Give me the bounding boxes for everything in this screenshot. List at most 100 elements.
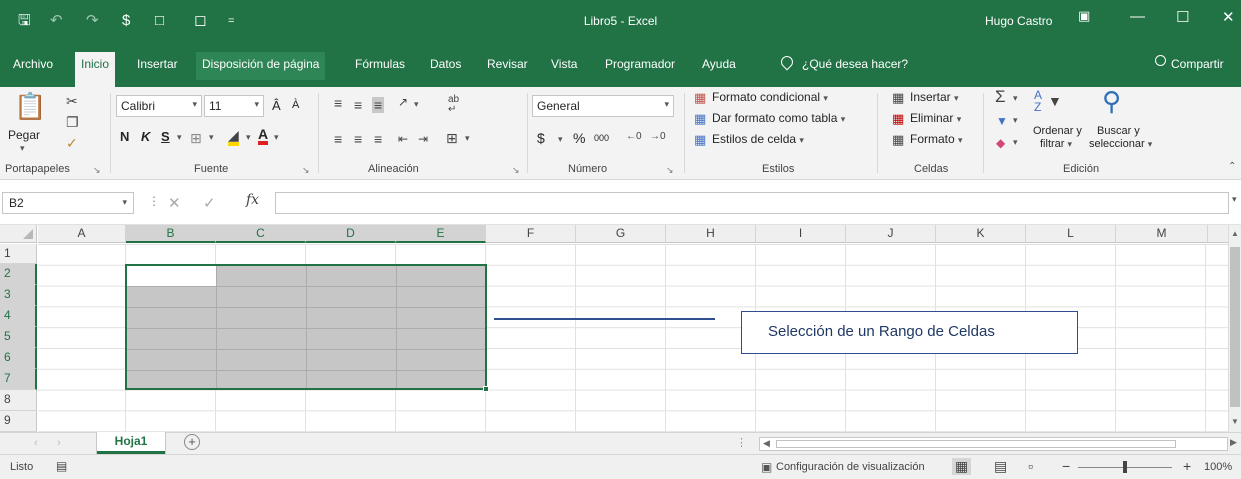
close-icon[interactable]: ✕ xyxy=(1222,8,1235,26)
row-header-8[interactable]: 8 xyxy=(0,390,37,411)
row-header-1[interactable]: 1 xyxy=(0,244,37,264)
tab-programador[interactable]: Programador xyxy=(605,57,675,71)
number-launcher-icon[interactable]: ↘ xyxy=(666,165,674,176)
tab-vista[interactable]: Vista xyxy=(551,57,577,71)
column-header-m[interactable]: M xyxy=(1116,225,1208,243)
bold-button[interactable]: N xyxy=(120,129,129,144)
currency-button[interactable]: $ xyxy=(537,130,545,146)
tab-revisar[interactable]: Revisar xyxy=(487,57,528,71)
fill-color-dropdown-icon[interactable]: ▾ xyxy=(246,132,251,143)
conditional-format-icon[interactable]: ▦ xyxy=(694,90,706,106)
sort-filter-icon[interactable]: AZ xyxy=(1034,89,1042,113)
thousands-button[interactable]: 000 xyxy=(594,133,609,143)
insert-function-icon[interactable]: fx xyxy=(246,192,259,208)
fill-color-icon[interactable]: ◢ xyxy=(228,128,239,146)
sort-filter-button[interactable]: Ordenar y xyxy=(1033,125,1082,137)
macro-record-icon[interactable]: ▤ xyxy=(56,459,67,473)
shrink-font-icon[interactable]: À xyxy=(292,99,299,111)
format-cells-button[interactable]: Formato ▾ xyxy=(910,132,963,146)
row-header-7[interactable]: 7 xyxy=(0,369,37,390)
clipboard-launcher-icon[interactable]: ↘ xyxy=(93,165,101,176)
number-format-dropdown[interactable]: General ▾ xyxy=(532,95,674,117)
merge-center-icon[interactable]: ⊞ xyxy=(446,130,458,146)
display-settings-button[interactable]: Configuración de visualización xyxy=(776,461,925,473)
tab-disposicion-pagina[interactable]: Disposición de página xyxy=(196,52,326,80)
formula-input[interactable] xyxy=(275,192,1229,214)
align-middle-icon[interactable]: ≡ xyxy=(354,97,362,113)
display-settings-icon[interactable]: ▣ xyxy=(761,460,772,474)
expand-formula-bar-icon[interactable]: ▾ xyxy=(1232,194,1237,205)
row-header-2[interactable]: 2 xyxy=(0,264,37,285)
cell-styles-button[interactable]: Estilos de celda ▾ xyxy=(712,132,804,146)
name-box[interactable]: B2 ▾ xyxy=(2,192,134,214)
orientation-dropdown-icon[interactable]: ▾ xyxy=(414,99,419,110)
maximize-icon[interactable]: ☐ xyxy=(1176,8,1189,26)
italic-button[interactable]: K xyxy=(141,129,150,144)
column-header-c[interactable]: C xyxy=(216,225,306,243)
column-header-f[interactable]: F xyxy=(486,225,576,243)
scroll-up-icon[interactable]: ▲ xyxy=(1231,229,1239,238)
minimize-icon[interactable]: — xyxy=(1130,8,1145,25)
insert-cells-icon[interactable]: ▦ xyxy=(892,90,904,106)
percent-button[interactable]: % xyxy=(573,130,585,146)
increase-indent-icon[interactable]: ⇥ xyxy=(418,131,428,147)
underline-button[interactable]: S xyxy=(161,129,170,144)
zoom-in-icon[interactable]: + xyxy=(1183,458,1191,474)
align-center-icon[interactable]: ≡ xyxy=(354,131,362,147)
column-header-h[interactable]: H xyxy=(666,225,756,243)
conditional-format-button[interactable]: Formato condicional ▾ xyxy=(712,90,828,104)
next-sheet-icon[interactable]: › xyxy=(57,437,61,449)
delete-cells-icon[interactable]: ▦ xyxy=(892,111,904,127)
collapse-ribbon-icon[interactable]: ⌃ xyxy=(1228,161,1236,172)
row-header-6[interactable]: 6 xyxy=(0,348,37,369)
find-select-button[interactable]: Buscar y xyxy=(1097,125,1140,137)
font-launcher-icon[interactable]: ↘ xyxy=(302,165,310,176)
scroll-right-icon[interactable]: ▶ xyxy=(1230,437,1237,448)
tab-split-grip-icon[interactable]: ⋮ xyxy=(736,436,747,449)
column-header-g[interactable]: G xyxy=(576,225,666,243)
insert-cells-button[interactable]: Insertar ▾ xyxy=(910,90,959,104)
wrap-text-icon[interactable]: ab ↵ xyxy=(448,95,459,115)
page-layout-view-icon[interactable]: ▤ xyxy=(994,458,1007,475)
cut-icon[interactable]: ✂ xyxy=(66,93,78,109)
font-color-dropdown-icon[interactable]: ▾ xyxy=(274,132,279,143)
format-cells-icon[interactable]: ▦ xyxy=(892,132,904,148)
tab-inicio[interactable]: Inicio xyxy=(75,52,116,87)
orientation-icon[interactable]: ↗ xyxy=(398,94,408,110)
align-right-icon[interactable]: ≡ xyxy=(374,131,382,147)
borders-icon[interactable]: ⊞ xyxy=(190,130,202,146)
confirm-entry-icon[interactable]: ✓ xyxy=(203,194,216,212)
row-header-3[interactable]: 3 xyxy=(0,285,37,306)
tab-datos[interactable]: Datos xyxy=(430,57,461,71)
paste-button[interactable]: Pegar xyxy=(8,128,40,142)
column-header-b[interactable]: B xyxy=(126,225,216,243)
paste-dropdown-icon[interactable]: ▾ xyxy=(20,143,25,154)
borders-dropdown-icon[interactable]: ▾ xyxy=(209,132,214,143)
tab-insertar[interactable]: Insertar xyxy=(137,57,178,71)
vertical-scroll-thumb[interactable] xyxy=(1230,247,1240,407)
fill-handle[interactable] xyxy=(483,386,489,392)
underline-dropdown-icon[interactable]: ▾ xyxy=(177,132,182,143)
font-size-dropdown[interactable]: 11 ▾ xyxy=(204,95,264,117)
align-left-icon[interactable]: ≡ xyxy=(334,131,342,147)
sheet-tab-hoja1[interactable]: Hoja1 xyxy=(97,432,165,454)
column-header-k[interactable]: K xyxy=(936,225,1026,243)
find-select-button-line2[interactable]: seleccionar ▾ xyxy=(1089,138,1152,150)
fill-dropdown-icon[interactable]: ▾ xyxy=(1013,115,1018,126)
grow-font-icon[interactable]: Â xyxy=(272,98,281,113)
clear-dropdown-icon[interactable]: ▾ xyxy=(1013,137,1018,148)
format-as-table-button[interactable]: Dar formato como tabla ▾ xyxy=(712,111,845,125)
column-header-d[interactable]: D xyxy=(306,225,396,243)
zoom-level[interactable]: 100% xyxy=(1204,461,1232,473)
scroll-down-icon[interactable]: ▼ xyxy=(1231,417,1239,426)
ribbon-display-icon[interactable]: ▣ xyxy=(1078,8,1090,24)
vertical-scrollbar[interactable]: ▲ ▼ xyxy=(1228,225,1241,432)
column-header-a[interactable]: A xyxy=(38,225,126,243)
column-header-j[interactable]: J xyxy=(846,225,936,243)
align-top-icon[interactable]: ≡ xyxy=(334,95,342,111)
row-header-5[interactable]: 5 xyxy=(0,327,37,348)
alignment-launcher-icon[interactable]: ↘ xyxy=(512,165,520,176)
autosum-icon[interactable]: Σ xyxy=(995,88,1006,105)
active-cell-b2[interactable] xyxy=(127,266,216,286)
zoom-slider-thumb[interactable] xyxy=(1123,461,1127,473)
